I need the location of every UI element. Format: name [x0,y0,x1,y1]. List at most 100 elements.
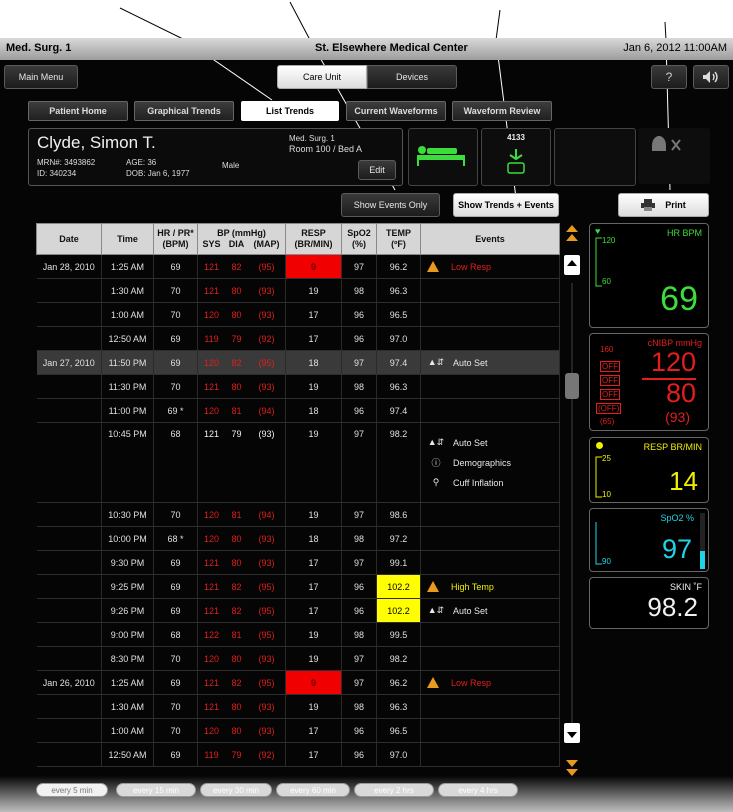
bp-sys: 121 [203,429,220,439]
bp-dia: 81 [231,509,242,520]
main-menu-button[interactable]: Main Menu [4,65,78,89]
hospital-title: St. Elsewhere Medical Center [315,42,468,54]
bp-dia: 82 [231,677,242,688]
col-resp[interactable]: RESP (BR/MIN) [285,223,342,255]
spo2-value: 97 [661,534,692,564]
cell-bp: 120 80 (93) [197,302,286,327]
table-row[interactable]: 10:45 PM 68 121 79 (93) 19 97 98.2 ▲⇵ Auto Set ⓘ De… [36,422,560,503]
nibp-sys-value: 120 [650,347,696,377]
hr-tile[interactable]: ♥ HR BPM 120 60 69 [589,223,709,328]
table-row[interactable]: 11:00 PM 69 * 120 81 (94) 18 96 97.4 [36,398,560,423]
resp-tile[interactable]: RESP BR/MIN 25 10 14 [589,437,709,503]
tab-patient-home[interactable]: Patient Home [28,101,128,121]
show-events-only-button[interactable]: Show Events Only [341,193,440,217]
cell-temp: 96.2 [376,254,421,279]
cell-hr: 68 [153,422,198,503]
table-row[interactable]: 1:30 AM 70 121 80 (93) 19 98 96.3 [36,694,560,719]
cell-time: 1:00 AM [101,302,154,327]
tab-waveform-review[interactable]: Waveform Review [452,101,552,121]
col-temp[interactable]: TEMP (ºF) [376,223,421,255]
cell-hr: 70 [153,694,198,719]
spo2-tile[interactable]: SpO2 % 90 97 [589,508,709,572]
datetime: Jan 6, 2012 11:00AM [623,42,727,54]
hr-hi-limit: 120 [602,236,616,245]
bp-map: (93) [258,725,275,736]
tab-current-waveforms[interactable]: Current Waveforms [346,101,446,121]
interval-option[interactable]: every 5 min [36,783,108,797]
cell-time: 10:30 PM [101,502,154,527]
cell-time: 1:00 AM [101,718,154,743]
col-events[interactable]: Events [420,223,560,255]
cell-date [36,550,102,575]
table-scrollbar[interactable] [563,223,581,786]
tab-devices[interactable]: Devices [367,65,457,89]
cell-temp: 98.6 [376,502,421,527]
show-trends-events-button[interactable]: Show Trends + Events [453,193,559,217]
cell-hr: 70 [153,646,198,671]
skin-temp-tile[interactable]: SKIN ˚F 98.2 [589,577,709,629]
bp-dia: 80 [231,285,242,296]
table-row[interactable]: 10:00 PM 68 * 120 80 (93) 18 98 97.2 [36,526,560,551]
table-row[interactable]: Jan 28, 2010 1:25 AM 69 121 82 (95) 9 97 96.2 Low… [36,254,560,279]
tab-care-unit[interactable]: Care Unit [277,65,367,89]
table-row[interactable]: 9:26 PM 69 121 82 (95) 17 96 102.2 ▲⇵ Auto Set [36,598,560,623]
cell-temp: 97.2 [376,526,421,551]
alarm-silence-box[interactable] [638,128,710,184]
interval-option[interactable]: every 4 hrs [438,783,518,797]
col-date[interactable]: Date [36,223,102,255]
cell-events [420,646,560,671]
interval-option[interactable]: every 15 min [116,783,196,797]
cell-spo2: 96 [341,598,377,623]
table-row[interactable]: 8:30 PM 70 120 80 (93) 19 97 98.2 [36,646,560,671]
bp-dia: 82 [231,261,242,272]
patient-dob: DOB: Jan 6, 1977 [126,169,190,178]
patient-id: ID: 340234 [37,169,77,178]
table-row[interactable]: 9:00 PM 68 122 81 (95) 19 98 99.5 [36,622,560,647]
event-item: Low Resp [427,673,559,693]
warning-icon [427,261,439,272]
table-row[interactable]: 11:30 PM 70 121 80 (93) 19 98 96.3 [36,374,560,399]
tab-graphical-trends[interactable]: Graphical Trends [134,101,234,121]
cell-spo2: 97 [341,670,377,695]
cell-hr: 69 [153,550,198,575]
table-row[interactable]: 1:00 AM 70 120 80 (93) 17 96 96.5 [36,718,560,743]
interval-option[interactable]: every 2 hrs [354,783,434,797]
cell-spo2: 98 [341,278,377,303]
table-row[interactable]: 12:50 AM 69 119 79 (92) 17 96 97.0 [36,326,560,351]
volume-button[interactable] [693,65,729,89]
nibp-tile[interactable]: cNIBP mmHg 160 OFF OFF OFF (OFF) (65) 12… [589,333,709,431]
cell-events [420,502,560,527]
tab-list-trends[interactable]: List Trends [241,101,339,121]
cell-time: 11:50 PM [101,350,154,375]
nibp-lim-4: OFF [600,389,620,400]
table-row[interactable]: 9:30 PM 69 121 80 (93) 17 97 99.1 [36,550,560,575]
table-row[interactable]: 9:25 PM 69 121 82 (95) 17 96 102.2 High Temp [36,574,560,599]
col-time[interactable]: Time [101,223,154,255]
col-hr[interactable]: HR / PR* (BPM) [153,223,198,255]
cell-temp: 96.5 [376,302,421,327]
event-text: Auto Set [453,357,488,368]
auto-set-icon: ▲⇵ [427,605,445,615]
help-button[interactable]: ? [651,65,687,89]
table-row[interactable]: Jan 26, 2010 1:25 AM 69 121 82 (95) 9 97 96.2 Low… [36,670,560,695]
table-row[interactable]: 12:50 AM 69 119 79 (92) 17 96 97.0 [36,742,560,767]
col-bp[interactable]: BP (mmHg) SYS DIA (MAP) [197,223,286,255]
bp-map: (95) [258,629,275,640]
bp-dia: 80 [231,557,242,568]
col-spo2[interactable]: SpO2 (%) [341,223,377,255]
print-button[interactable]: Print [618,193,709,217]
device-number: 4133 [507,133,525,142]
table-row[interactable]: 1:00 AM 70 120 80 (93) 17 96 96.5 [36,302,560,327]
table-row[interactable]: 10:30 PM 70 120 81 (94) 19 97 98.6 [36,502,560,527]
auto-set-icon: ▲⇵ [427,357,445,367]
bp-sys: 121 [203,581,220,592]
interval-option[interactable]: every 60 min [276,783,350,797]
table-row[interactable]: Jan 27, 2010 11:50 PM 69 120 82 (95) 18 97 97.4 ▲… [36,350,560,375]
cell-date [36,742,102,767]
bp-map: (95) [258,357,275,368]
table-row[interactable]: 1:30 AM 70 121 80 (93) 19 98 96.3 [36,278,560,303]
interval-option[interactable]: every 30 min [200,783,272,797]
edit-button[interactable]: Edit [358,160,396,180]
trend-table: Date Time HR / PR* (BPM) BP (mmHg) SYS DIA… [36,223,560,767]
bp-sys: 119 [204,749,219,760]
